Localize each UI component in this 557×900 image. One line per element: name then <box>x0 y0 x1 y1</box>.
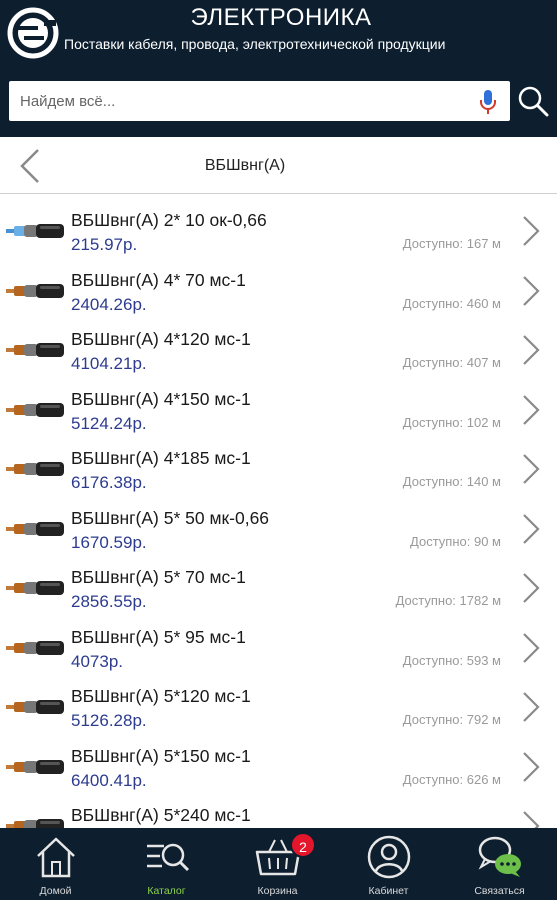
list-item[interactable]: ВБШвнг(А) 5* 95 мс-1 4073р. Доступно: 593 … <box>0 617 557 676</box>
chevron-right-icon[interactable] <box>520 452 542 486</box>
product-price: 215.97р. <box>71 235 138 254</box>
chat-icon <box>478 836 521 877</box>
product-price: 1670.59р. <box>71 532 147 552</box>
product-availability: Доступно: 102 м <box>402 414 501 430</box>
product-price: 2856.55р. <box>71 592 147 611</box>
page-title: ВБШвнг(А) <box>204 157 286 174</box>
cable-thumbnail-icon <box>6 640 64 655</box>
product-name: ВБШвнг(А) 5* 95 мс-1 <box>71 626 246 647</box>
search-input[interactable] <box>9 81 469 121</box>
home-icon <box>37 837 75 878</box>
nav-label-basket: Корзина <box>257 885 298 897</box>
cable-thumbnail-icon <box>6 700 64 714</box>
nav-label-home: Домой <box>39 885 72 897</box>
user-icon <box>367 835 411 879</box>
cable-thumbnail-icon <box>6 283 64 298</box>
product-availability: Доступно: 792 м <box>402 712 501 727</box>
product-price: 2404.26р. <box>71 294 147 314</box>
nav-item-basket[interactable]: 2 Корзина <box>222 828 333 900</box>
list-item[interactable]: ВБШвнг(А) 5*240 мс-1 <box>0 795 557 828</box>
list-item[interactable]: ВБШвнг(А) 4*185 мс-1 6176.38р. Доступно: 1… <box>0 438 557 497</box>
cable-thumbnail-icon <box>6 759 64 774</box>
nav-item-contact[interactable]: Связаться <box>444 828 555 900</box>
product-price: 4073р. <box>71 651 123 671</box>
list-item[interactable]: ВБШвнг(А) 4*150 мс-1 5124.24р. Доступно: 1… <box>0 379 557 438</box>
page-header: ВБШвнг(А) <box>0 137 557 194</box>
chevron-right-icon[interactable] <box>520 512 542 546</box>
product-availability: Доступно: 626 м <box>402 771 501 787</box>
nav-label-contact: Связаться <box>474 885 525 897</box>
cable-thumbnail-icon <box>6 224 64 238</box>
catalog-icon <box>147 843 190 872</box>
product-name: ВБШвнг(А) 5*150 мс-1 <box>71 745 251 766</box>
nav-label-catalog: Каталог <box>147 885 186 897</box>
product-availability: Доступно: 167 м <box>402 236 501 251</box>
product-availability: Доступно: 460 м <box>402 295 501 311</box>
chevron-right-icon[interactable] <box>520 333 542 367</box>
cable-thumbnail-icon <box>6 402 64 417</box>
list-item[interactable]: ВБШвнг(А) 5* 70 мс-1 2856.55р. Доступно: 1… <box>0 557 557 616</box>
product-name: ВБШвнг(А) 5* 50 мк-0,66 <box>71 507 270 528</box>
nav-item-home[interactable]: Домой <box>0 828 111 900</box>
product-name: ВБШвнг(А) 5*120 мс-1 <box>71 686 251 706</box>
chevron-right-icon[interactable] <box>520 631 542 665</box>
chevron-right-icon[interactable] <box>520 214 542 248</box>
list-item[interactable]: ВБШвнг(А) 4*120 мс-1 4104.21р. Доступно: 4… <box>0 319 557 378</box>
product-name: ВБШвнг(А) 4*185 мс-1 <box>71 448 251 468</box>
company-logo[interactable] <box>6 6 60 60</box>
chevron-right-icon[interactable] <box>520 571 542 605</box>
chevron-right-icon[interactable] <box>520 274 542 308</box>
cable-thumbnail-icon <box>6 462 64 476</box>
chevron-right-icon[interactable] <box>520 393 542 427</box>
product-price: 5126.28р. <box>71 711 147 730</box>
product-name: ВБШвнг(А) 2* 10 ок-0,66 <box>71 210 267 230</box>
microphone-icon[interactable] <box>477 88 499 116</box>
cable-thumbnail-icon <box>6 521 64 536</box>
list-item[interactable]: ВБШвнг(А) 5* 50 мк-0,66 1670.59р. Доступно… <box>0 498 557 557</box>
chevron-right-icon[interactable] <box>520 750 542 784</box>
list-item[interactable]: ВБШвнг(А) 4* 70 мс-1 2404.26р. Доступно: 4… <box>0 260 557 319</box>
nav-item-catalog[interactable]: Каталог <box>111 828 222 900</box>
cable-thumbnail-icon <box>6 819 64 828</box>
nav-label-cabinet: Кабинет <box>368 885 409 897</box>
product-availability: Доступно: 140 м <box>402 474 501 489</box>
product-price: 6176.38р. <box>71 473 147 492</box>
product-price: 6400.41р. <box>71 770 147 790</box>
list-item[interactable]: ВБШвнг(А) 2* 10 ок-0,66 215.97р. Доступно:… <box>0 200 557 259</box>
product-name: ВБШвнг(А) 5*240 мс-1 <box>71 805 251 825</box>
product-name: ВБШвнг(А) 4* 70 мс-1 <box>71 269 246 290</box>
list-item[interactable]: ВБШвнг(А) 5*150 мс-1 6400.41р. Доступно: 6… <box>0 736 557 795</box>
product-price: 5124.24р. <box>71 413 147 433</box>
magnifier-icon[interactable] <box>517 85 549 117</box>
product-price: 4104.21р. <box>71 354 147 373</box>
product-availability: Доступно: 407 м <box>402 355 501 370</box>
cable-thumbnail-icon <box>6 343 64 357</box>
chevron-right-icon[interactable] <box>520 809 542 828</box>
product-availability: Доступно: 1782 м <box>395 593 501 608</box>
product-name: ВБШвнг(А) 5* 70 мс-1 <box>71 567 246 587</box>
chevron-right-icon[interactable] <box>520 690 542 724</box>
product-name: ВБШвнг(А) 4*120 мс-1 <box>71 329 251 349</box>
list-item[interactable]: ВБШвнг(А) 5*120 мс-1 5126.28р. Доступно: 7… <box>0 676 557 735</box>
app-title: ЭЛЕКТРОНИКА <box>190 4 372 31</box>
basket-count-badge: 2 <box>290 832 316 858</box>
product-availability: Доступно: 90 м <box>410 533 501 549</box>
product-list: ВБШвнг(А) 2* 10 ок-0,66 215.97р. Доступно:… <box>0 200 557 828</box>
bottom-navigation: Домой Каталог 2 Корзина Кабинет Связатьс… <box>0 828 557 900</box>
cable-thumbnail-icon <box>6 581 64 595</box>
app-subtitle: Поставки кабеля, провода, электротехниче… <box>64 36 446 52</box>
product-availability: Доступно: 593 м <box>402 652 501 668</box>
product-name: ВБШвнг(А) 4*150 мс-1 <box>71 388 251 409</box>
chevron-left-icon[interactable] <box>14 147 44 185</box>
search-box <box>9 81 510 121</box>
nav-item-cabinet[interactable]: Кабинет <box>333 828 444 900</box>
app-header: ЭЛЕКТРОНИКА Поставки кабеля, провода, эл… <box>0 0 557 137</box>
